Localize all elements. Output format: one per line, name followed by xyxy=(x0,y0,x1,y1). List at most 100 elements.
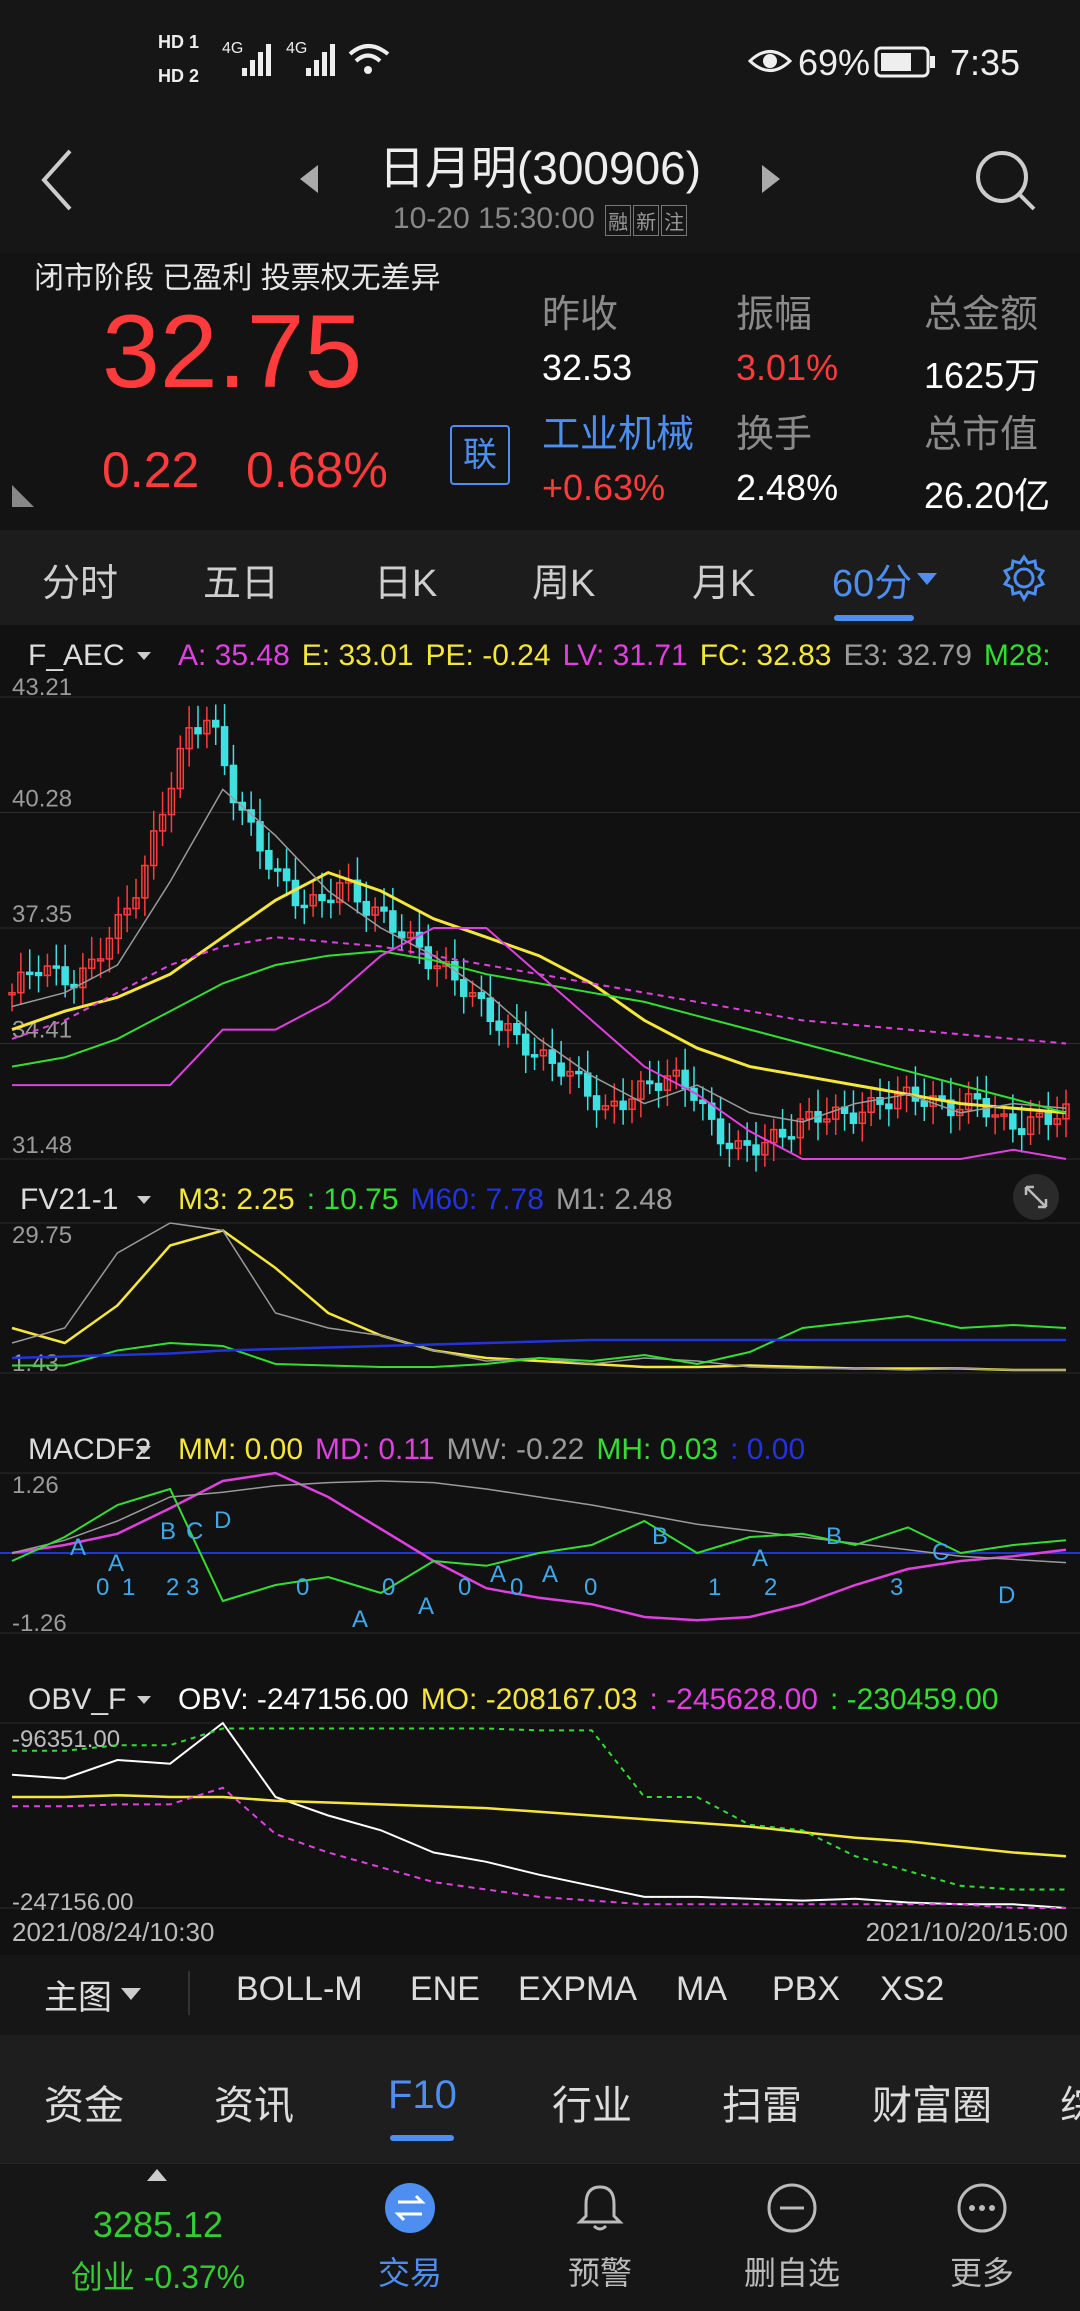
tab-five-day[interactable]: 五日 xyxy=(203,552,279,607)
settings-gear-icon[interactable] xyxy=(1000,554,1048,602)
indicator-pbx[interactable]: PBX xyxy=(772,1970,840,2009)
last-price: 32.75 xyxy=(102,294,363,410)
indicator-dropdown-icon[interactable] xyxy=(136,1695,152,1705)
macd-signal-mark: 1 xyxy=(708,1574,721,1601)
alert-button[interactable]: 预警 xyxy=(540,2182,660,2294)
tab-funds[interactable]: 资金 xyxy=(44,2073,124,2131)
candle-body xyxy=(300,904,309,909)
macd-signal-mark: 0 xyxy=(382,1574,395,1601)
tab-more-clipped[interactable]: 综 xyxy=(1060,2073,1080,2131)
linked-button[interactable]: 联 xyxy=(450,425,510,485)
candle-body xyxy=(397,931,406,939)
candle-body xyxy=(424,946,433,970)
legend-item: E3: 32.79 xyxy=(843,639,972,672)
margin-tag: 融 xyxy=(605,204,632,236)
candle-body xyxy=(654,1082,663,1091)
candle-body xyxy=(681,1069,689,1090)
indicator-ene[interactable]: ENE xyxy=(410,1970,480,2009)
candle-body xyxy=(557,1062,565,1077)
candle-body xyxy=(513,1022,521,1036)
indicator-ma[interactable]: MA xyxy=(676,1970,727,2009)
tab-industry[interactable]: 行业 xyxy=(552,2073,632,2131)
macd-signal-mark: D xyxy=(998,1582,1015,1609)
industry-change: +0.63% xyxy=(542,467,666,508)
main-chart-selector[interactable]: 主图 xyxy=(44,1970,112,2019)
candle-body xyxy=(548,1049,557,1064)
indicator-expma[interactable]: EXPMA xyxy=(518,1970,637,2009)
macd-signal-mark: 0 xyxy=(96,1574,109,1601)
candle-body xyxy=(973,1093,982,1100)
macd-signal-mark: B xyxy=(160,1518,176,1545)
obv-indicator-name[interactable]: OBV_F xyxy=(28,1683,126,1717)
stat-value-turnover-amount: 1625万 xyxy=(924,355,1041,396)
indicator-boll-m[interactable]: BOLL-M xyxy=(236,1970,363,2009)
stat-value-turnover-rate: 2.48% xyxy=(736,467,839,508)
y-tick-label: 43.21 xyxy=(12,674,72,701)
info-tabs: 资金 资讯 F10 行业 扫雷 财富圈 综 xyxy=(0,2035,1080,2163)
candle-body xyxy=(521,1033,530,1056)
magenta-dashed-line xyxy=(12,1786,1066,1909)
candle-body xyxy=(211,719,220,728)
bottom-dock: 3285.12 创业 -0.37% 交易 预警 删自选 更多 xyxy=(0,2163,1080,2311)
tab-daily-k[interactable]: 日K xyxy=(374,552,437,607)
a-line xyxy=(11,936,1067,1045)
macd-signal-mark: 0 xyxy=(458,1574,471,1601)
tab-news[interactable]: 资讯 xyxy=(214,2073,294,2131)
indicator-xs2[interactable]: XS2 xyxy=(880,1970,944,2009)
tab-monthly-k[interactable]: 月K xyxy=(692,552,755,607)
signal-icon xyxy=(242,44,271,76)
macd-signal-mark: 1 xyxy=(122,1574,135,1601)
index-value[interactable]: 3285.12 xyxy=(0,2204,316,2246)
battery-icon xyxy=(874,46,935,78)
green-dashed-line xyxy=(12,1727,1066,1891)
tab-risk-scan[interactable]: 扫雷 xyxy=(722,2073,802,2131)
candle-body xyxy=(265,849,273,870)
indicator-dropdown-icon[interactable] xyxy=(136,1195,152,1205)
y-tick-label: 37.35 xyxy=(12,901,72,928)
fv-indicator-name[interactable]: FV21-1 xyxy=(20,1183,118,1217)
kline-chart-svg[interactable]: 43.2140.2837.3534.4131.4829.751.431.26-1… xyxy=(0,625,1080,1955)
tab-weekly-k[interactable]: 周K xyxy=(532,552,595,607)
legend-item: LV: 31.71 xyxy=(562,639,688,672)
industry-link[interactable]: 工业机械 xyxy=(542,403,694,458)
macd-indicator-name[interactable]: MACDF2 xyxy=(28,1433,151,1467)
macd-signal-mark: C xyxy=(186,1518,203,1545)
candle-body xyxy=(725,1142,734,1150)
candle-body xyxy=(389,910,397,933)
indicator-dropdown-icon[interactable] xyxy=(136,1445,152,1455)
indicator-dropdown-icon[interactable] xyxy=(136,651,152,661)
stock-title: 日月明(300906) xyxy=(378,142,702,194)
stat-label-amplitude: 振幅 xyxy=(736,294,813,336)
index-label[interactable]: 创业 -0.37% xyxy=(0,2252,316,2298)
tab-60min[interactable]: 60分 xyxy=(832,552,912,607)
macd-signal-mark: 0 xyxy=(584,1574,597,1601)
candle-body xyxy=(575,1070,583,1075)
divider xyxy=(188,1971,190,2015)
expand-icon[interactable] xyxy=(1012,1173,1060,1221)
tab-timeshare[interactable]: 分时 xyxy=(42,552,118,607)
sim2-badge: HD 2 xyxy=(158,66,200,86)
active-tab-indicator xyxy=(834,615,914,621)
macd-signal-mark: A xyxy=(70,1534,86,1561)
candle-body xyxy=(716,1118,725,1145)
collapse-up-icon[interactable] xyxy=(146,2168,168,2182)
trade-icon xyxy=(385,2183,435,2233)
period-dropdown-icon[interactable] xyxy=(916,572,938,586)
tab-f10[interactable]: F10 xyxy=(388,2073,457,2118)
remove-watchlist-button[interactable]: 删自选 xyxy=(732,2182,852,2294)
more-label: 更多 xyxy=(949,2255,1014,2291)
obv-line xyxy=(11,1721,1067,1909)
legend-item: MD: 0.11 xyxy=(315,1433,435,1466)
main-indicator-name[interactable]: F_AEC xyxy=(28,639,125,673)
macd-signal-mark: 2 xyxy=(166,1574,179,1601)
macd-signal-mark: A xyxy=(352,1606,368,1633)
candle-body xyxy=(61,966,69,986)
trade-label: 交易 xyxy=(377,2255,442,2291)
more-button[interactable]: 更多 xyxy=(922,2182,1042,2294)
tab-wealth-circle[interactable]: 财富圈 xyxy=(872,2073,992,2131)
macd-signal-mark: D xyxy=(214,1507,231,1534)
signal-icon xyxy=(306,44,335,76)
quote-panel: 闭市阶段 已盈利 投票权无差异 32.75 0.22 0.68% 联 昨收 32… xyxy=(0,253,1080,530)
chevron-down-icon[interactable] xyxy=(120,1987,142,2001)
trade-button[interactable]: 交易 xyxy=(350,2182,470,2294)
